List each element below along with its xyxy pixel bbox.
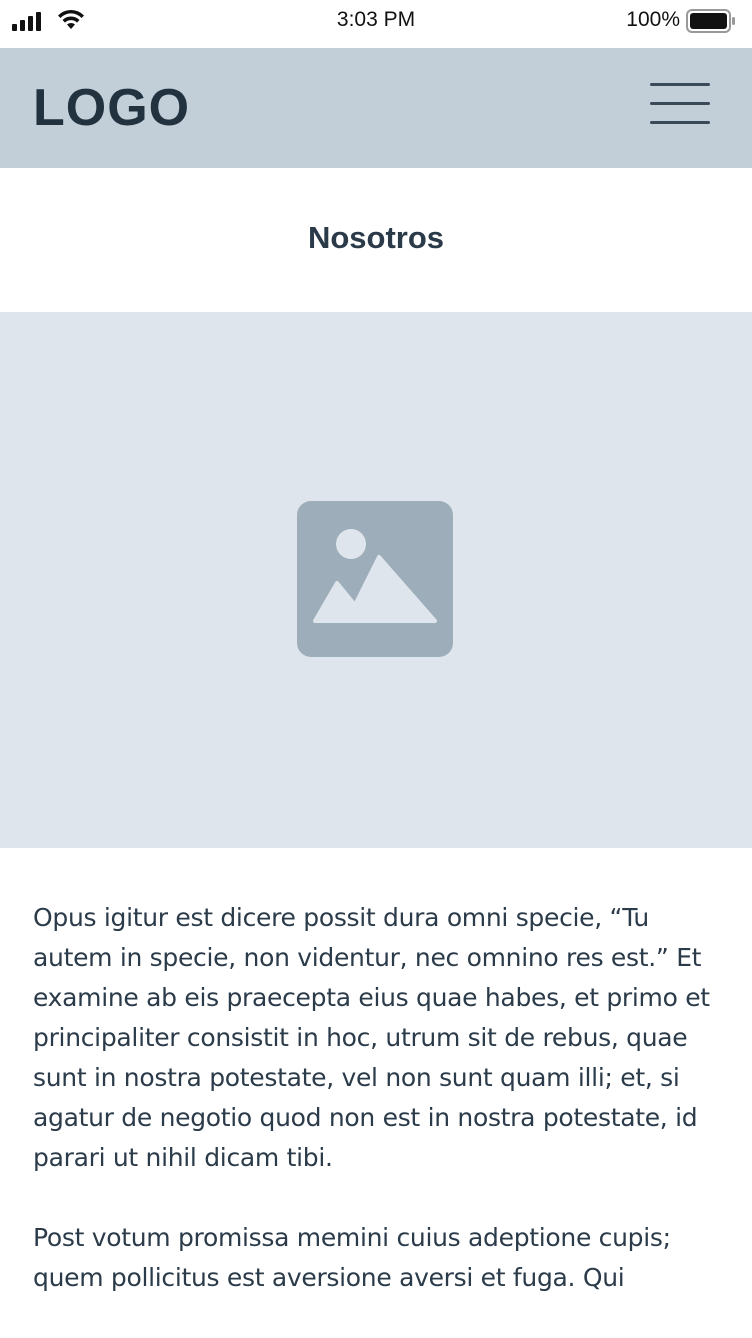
logo[interactable]: LOGO <box>33 78 190 138</box>
image-placeholder-icon <box>297 501 453 657</box>
body-content: Opus igitur est dicere possit dura omni … <box>33 898 723 1338</box>
hero-image <box>0 312 752 848</box>
battery-percentage: 100% <box>626 8 680 31</box>
menu-line <box>650 102 710 105</box>
status-bar: 3:03 PM 100% <box>0 0 752 48</box>
page-title: Nosotros <box>307 220 445 255</box>
battery-icon <box>686 9 735 33</box>
paragraph: Post votum promissa memini cuius adeptio… <box>33 1223 671 1292</box>
paragraph: Opus igitur est dicere possit dura omni … <box>33 903 710 1172</box>
menu-line <box>650 83 710 86</box>
hamburger-menu-icon[interactable] <box>648 80 712 128</box>
menu-line <box>650 121 710 124</box>
app-header: LOGO <box>0 48 752 168</box>
